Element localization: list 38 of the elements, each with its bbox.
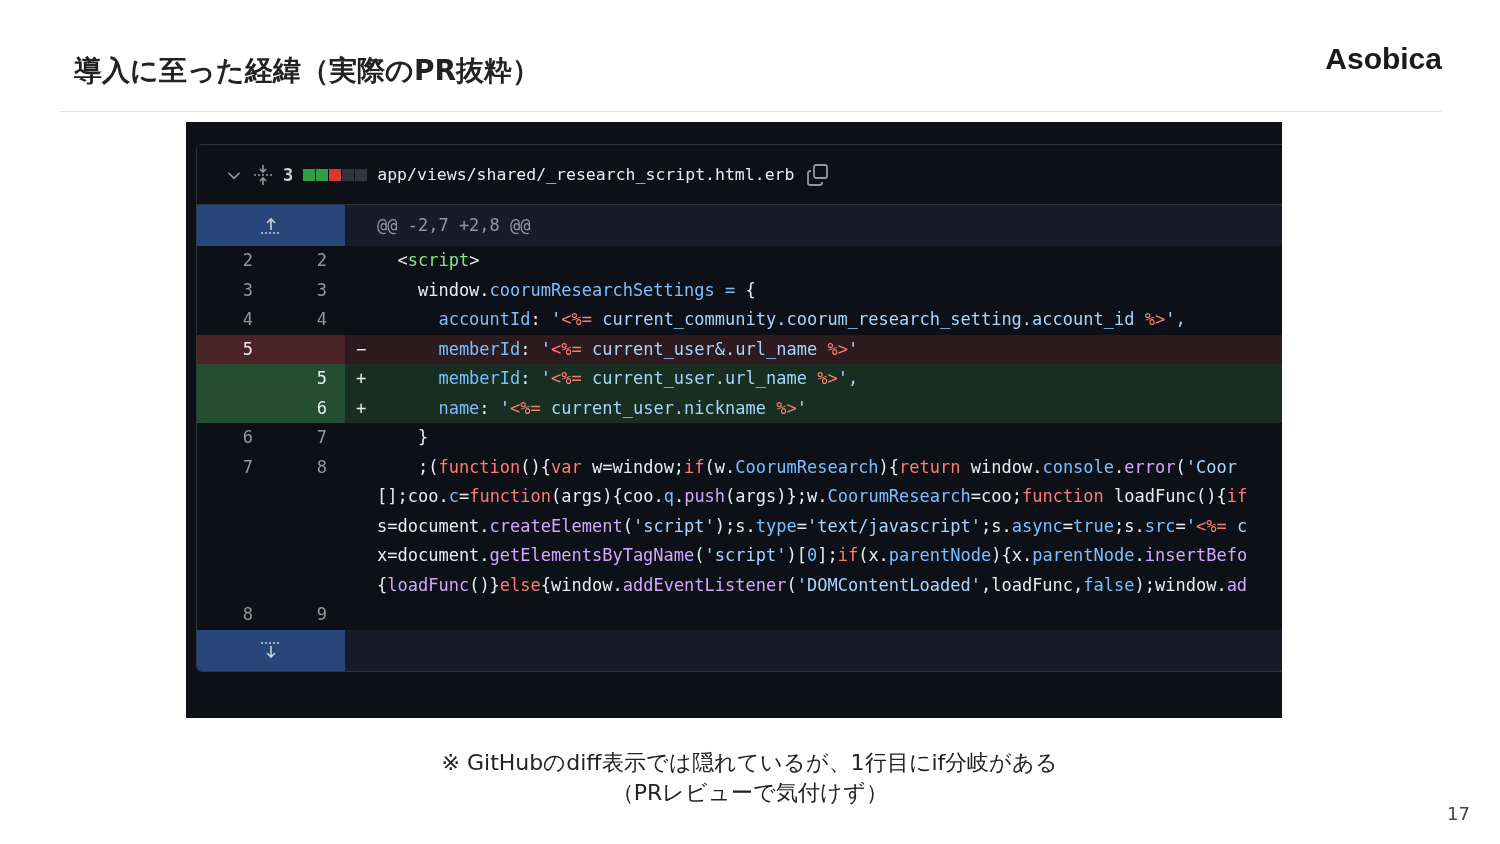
code-line: window.coorumResearchSettings = { [416, 279, 756, 300]
change-count: 3 [283, 164, 294, 185]
line-number: 5 [271, 364, 345, 394]
diff-sign: + [355, 368, 367, 388]
line-number: 7 [241, 455, 254, 479]
diff-sign: − [355, 338, 367, 359]
line-number: 6 [241, 426, 254, 449]
line-number: 7 [315, 426, 328, 449]
code-line: name: '<%= current_user.nickname %>' [437, 397, 807, 418]
expand-up-icon [260, 216, 282, 235]
page-number: 17 [1447, 803, 1470, 824]
file-path: app/views/shared/_research_script.html.erb [377, 165, 795, 184]
line-number: 4 [241, 308, 254, 331]
code-line: accountId: '<%= current_community.coorum_research_setting.account_id %>', [437, 309, 1186, 329]
code-line: } [416, 427, 429, 447]
expand-down-icon [260, 641, 282, 659]
code-line: memberId: '<%= current_user&.url_name %>' [437, 338, 859, 359]
caption-text: ※ GitHubのdiff表示では隠れているが、1行目にif分岐がある [440, 749, 1060, 777]
slide-title: 導入に至った経緯（実際のPR抜粋） [74, 53, 541, 89]
line-number: 9 [315, 603, 328, 626]
hunk-header: @@ -2,7 +2,8 @@ [345, 205, 1282, 246]
logo: Asobica [1325, 42, 1442, 76]
diff-sign: + [355, 397, 367, 418]
line-number: 5 [197, 334, 271, 364]
line-number: 3 [241, 278, 254, 302]
caption-text: （PRレビューで気付けず） [610, 779, 890, 807]
copy-icon[interactable] [806, 162, 831, 187]
line-number: 4 [315, 308, 328, 331]
line-number: 2 [241, 249, 254, 272]
line-number: 6 [271, 393, 345, 423]
code-line: memberId: '<%= current_user.url_name %>', [437, 368, 859, 388]
line-number: 3 [315, 278, 328, 302]
line-number: 8 [241, 603, 254, 626]
line-number: 2 [315, 249, 328, 272]
code-line: ;(function(){var w=window;if(w.CoorumResearch){return window.console.error('Coor [];coo.c=function(args){coo.q.push(args)};w.CoorumResearch=coo;function loadFunc(){if s=document.createElement('script');s.type='text/javascript';s.async=true;s.src='<%= c x=document.getElementsByTagName('script')[0];if(x.parentNode){x.parentNode.insertBefo {loadFunc()}else{window.addEventListener('DOMContentLoaded',loadFunc,false);window.ad [377, 456, 1248, 595]
expand-icon[interactable] [253, 163, 273, 186]
line-number: 8 [315, 455, 328, 479]
code-line: <script> [396, 250, 480, 270]
